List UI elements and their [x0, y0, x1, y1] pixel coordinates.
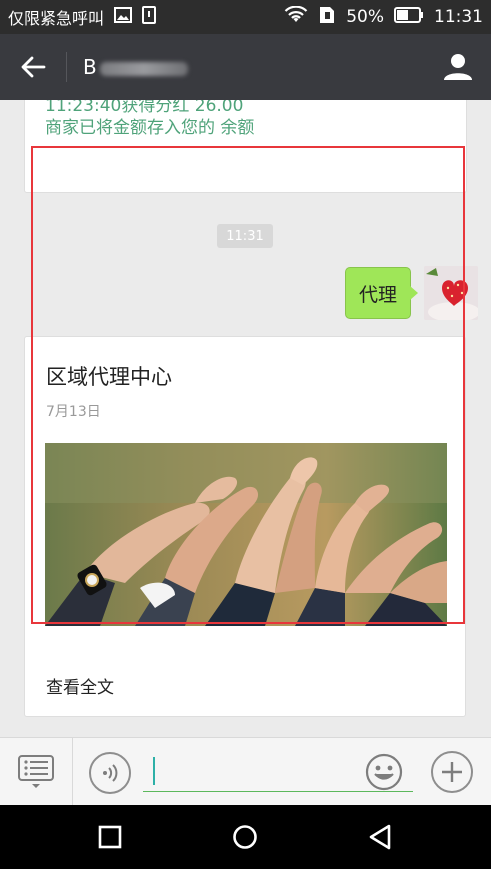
hands-together-image: [45, 443, 447, 626]
smiley-icon: [365, 753, 403, 791]
text-caret: [153, 757, 155, 785]
recent-apps-button[interactable]: [94, 821, 126, 853]
header-divider: [66, 52, 67, 82]
voice-waves-icon: [103, 764, 118, 782]
circle-icon: [233, 825, 257, 849]
outgoing-message-bubble[interactable]: 代理: [345, 267, 418, 319]
more-options-button[interactable]: [431, 751, 473, 793]
sim-icon: [142, 6, 157, 28]
chat-header: B: [0, 34, 491, 100]
previous-message-card[interactable]: 11:23:40获得分红 26.00 商家已将金额存入您的 余额: [24, 100, 467, 193]
image-icon: [114, 7, 133, 27]
list-menu-icon: [18, 755, 54, 788]
back-arrow-icon: [21, 56, 46, 78]
emoji-button[interactable]: [364, 752, 404, 792]
profile-button[interactable]: [425, 34, 491, 100]
message-timestamp: 11:31: [217, 224, 273, 248]
chat-area[interactable]: 11:23:40获得分红 26.00 商家已将金额存入您的 余额 11:31 代…: [0, 100, 491, 737]
wifi-icon: [284, 5, 308, 29]
input-bar-divider: [72, 738, 73, 806]
strawberry-cake-avatar-image: [424, 266, 478, 320]
battery-icon: [394, 6, 424, 28]
triangle-back-icon: [369, 824, 391, 850]
home-button[interactable]: [229, 821, 261, 853]
chat-title: B: [83, 55, 188, 79]
chat-title-text: B: [83, 55, 98, 79]
article-title: 区域代理中心: [46, 365, 172, 389]
avatar[interactable]: [424, 266, 478, 320]
obscured-name: [99, 61, 188, 76]
status-bar: 仅限紧急呼叫 50% 11:31: [0, 0, 491, 34]
back-button[interactable]: [0, 34, 66, 100]
back-nav-button[interactable]: [364, 821, 396, 853]
article-card[interactable]: 区域代理中心 7月13日 查看全文: [24, 336, 466, 717]
voice-button[interactable]: [89, 752, 131, 794]
system-nav-bar: [0, 805, 491, 869]
person-icon: [444, 54, 472, 80]
status-time: 11:31: [434, 7, 483, 27]
read-full-article-link[interactable]: 查看全文: [46, 673, 114, 698]
previous-card-line2: 商家已将金额存入您的 余额: [45, 118, 255, 138]
article-date: 7月13日: [46, 404, 101, 420]
input-bar: [0, 737, 491, 806]
menu-toggle-button[interactable]: [14, 752, 58, 792]
carrier-text: 仅限紧急呼叫: [8, 9, 105, 28]
battery-percent: 50%: [346, 7, 384, 27]
square-icon: [98, 825, 122, 849]
plus-icon: [442, 762, 462, 782]
sim-card-icon: [318, 6, 336, 29]
